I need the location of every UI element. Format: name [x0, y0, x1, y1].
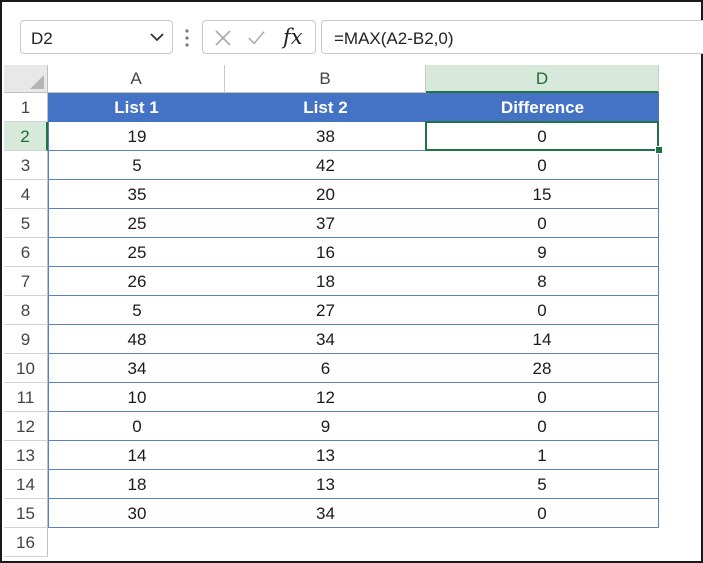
table-cell[interactable]: 20 [225, 180, 426, 209]
table-cell[interactable]: 10 [48, 383, 225, 412]
row-header-7[interactable]: 7 [4, 267, 48, 296]
select-all-triangle-icon [30, 75, 44, 89]
column-header-a[interactable]: A [48, 65, 225, 93]
table-cell[interactable]: 8 [426, 267, 659, 296]
table-cell[interactable]: 26 [48, 267, 225, 296]
table-cell[interactable]: 18 [225, 267, 426, 296]
table-cell[interactable]: 14 [426, 325, 659, 354]
table-cell[interactable]: 0 [426, 499, 659, 528]
table-cell[interactable]: 9 [225, 412, 426, 441]
table-cell[interactable]: 12 [225, 383, 426, 412]
formula-input[interactable]: =MAX(A2-B2,0) [321, 20, 703, 54]
formula-bar-area: D2 fx =MAX(A2-B2,0) [4, 4, 703, 67]
table-cell[interactable]: 16 [225, 238, 426, 267]
fill-handle[interactable] [655, 146, 663, 154]
row-header-9[interactable]: 9 [4, 325, 48, 354]
row-header-15[interactable]: 15 [4, 499, 48, 528]
row-header-10[interactable]: 10 [4, 354, 48, 383]
table-cell[interactable]: 30 [48, 499, 225, 528]
row-header-3[interactable]: 3 [4, 151, 48, 180]
row-header-5[interactable]: 5 [4, 209, 48, 238]
insert-function-icon[interactable]: fx [283, 25, 303, 49]
table-cell[interactable]: 14 [48, 441, 225, 470]
select-all-corner[interactable] [4, 65, 48, 93]
table-cell[interactable]: 42 [225, 151, 426, 180]
table-cell[interactable]: 0 [48, 412, 225, 441]
table-cell[interactable]: 0 [426, 209, 659, 238]
excel-window: D2 fx =MAX(A2-B2,0) A B D 1 2 3 4 5 6 7 … [0, 0, 703, 563]
table-cell[interactable]: 25 [48, 238, 225, 267]
table-cell[interactable]: 9 [426, 238, 659, 267]
table-cell[interactable]: 1 [426, 441, 659, 470]
table-header-cell[interactable]: Difference [426, 93, 659, 122]
table-cell[interactable]: 48 [48, 325, 225, 354]
table-cell[interactable]: 6 [225, 354, 426, 383]
row-header-11[interactable]: 11 [4, 383, 48, 412]
table-cell[interactable]: 5 [48, 151, 225, 180]
row-header-12[interactable]: 12 [4, 412, 48, 441]
row-header-4[interactable]: 4 [4, 180, 48, 209]
table-cell[interactable]: 25 [48, 209, 225, 238]
table-cell[interactable]: 34 [225, 325, 426, 354]
table-cell[interactable]: 27 [225, 296, 426, 325]
table-cell[interactable]: 0 [426, 383, 659, 412]
table-cell[interactable]: 28 [426, 354, 659, 383]
formula-buttons: fx [202, 20, 316, 54]
row-header-16[interactable]: 16 [4, 528, 48, 557]
enter-check-icon[interactable] [247, 29, 265, 47]
table-cell[interactable]: 15 [426, 180, 659, 209]
table-cell[interactable]: 19 [48, 122, 225, 151]
formula-text: =MAX(A2-B2,0) [334, 29, 454, 48]
row-header-13[interactable]: 13 [4, 441, 48, 470]
cancel-icon[interactable] [214, 29, 232, 47]
table-cell[interactable]: 18 [48, 470, 225, 499]
table-cell[interactable]: 0 [426, 412, 659, 441]
table-cell[interactable]: 0 [426, 296, 659, 325]
table-cell[interactable]: 0 [426, 151, 659, 180]
row-header-8[interactable]: 8 [4, 296, 48, 325]
table-cell[interactable]: 13 [225, 470, 426, 499]
table-cell[interactable]: 5 [426, 470, 659, 499]
grip-dots-icon[interactable] [185, 28, 189, 48]
table-cell[interactable]: 5 [48, 296, 225, 325]
table-cell[interactable]: 38 [225, 122, 426, 151]
chevron-down-icon[interactable] [150, 32, 164, 42]
table-header-cell[interactable]: List 1 [48, 93, 225, 122]
table-cell[interactable]: 34 [225, 499, 426, 528]
table-cell[interactable]: 35 [48, 180, 225, 209]
column-header-b[interactable]: B [225, 65, 426, 93]
column-header-d[interactable]: D [426, 65, 659, 93]
row-header-1[interactable]: 1 [4, 93, 48, 122]
table-cell[interactable]: 34 [48, 354, 225, 383]
row-header-6[interactable]: 6 [4, 238, 48, 267]
row-header-14[interactable]: 14 [4, 470, 48, 499]
table-header-cell[interactable]: List 2 [225, 93, 426, 122]
table-cell[interactable]: 37 [225, 209, 426, 238]
row-header-2[interactable]: 2 [4, 122, 48, 151]
table-cell[interactable]: 0 [426, 122, 659, 151]
name-box-value: D2 [31, 29, 53, 48]
name-box[interactable]: D2 [20, 20, 173, 54]
table-cell[interactable]: 13 [225, 441, 426, 470]
